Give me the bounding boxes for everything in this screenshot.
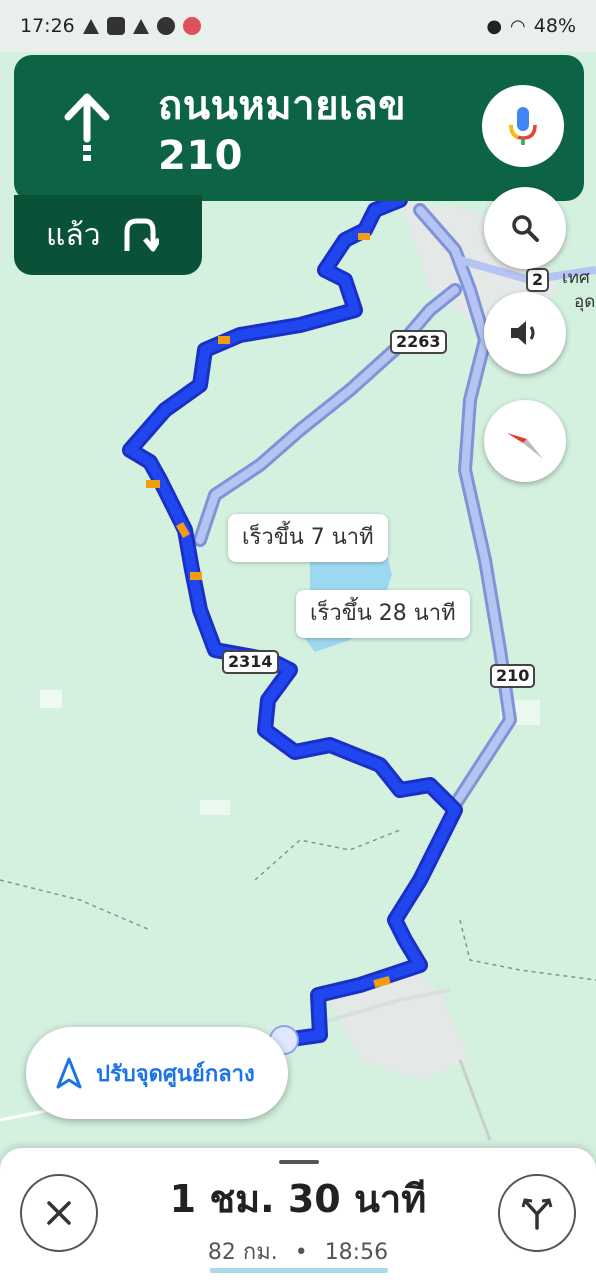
app-icon — [106, 17, 125, 35]
road-shield: 2263 — [390, 330, 447, 354]
navigation-arrow-icon — [56, 1057, 82, 1089]
straight-arrow-icon — [64, 93, 110, 161]
alternate-routes-button[interactable] — [498, 1174, 576, 1252]
voice-search-button[interactable] — [482, 85, 564, 167]
status-bar: 17:26 ● ◠ 48% — [0, 0, 596, 52]
sound-button[interactable] — [484, 292, 566, 374]
navigation-icon — [82, 18, 99, 34]
tiktok-icon — [182, 17, 201, 35]
trip-summary-sheet[interactable]: 1 ชม. 30 นาที 82 กม. • 18:56 — [0, 1148, 596, 1280]
compass-button[interactable] — [484, 400, 566, 482]
compass-icon — [507, 433, 543, 459]
road-shield: 2 — [526, 268, 550, 292]
arrival-time: 18:56 — [324, 1240, 389, 1265]
recenter-label: ปรับจุดศูนย์กลาง — [96, 1061, 255, 1087]
trip-distance: 82 กม. — [207, 1240, 278, 1265]
location-icon: ● — [486, 15, 503, 37]
alt-route-label[interactable]: เร็วขึ้น 28 นาที — [296, 590, 470, 638]
status-time: 17:26 — [20, 15, 75, 37]
trip-details: 82 กม. • 18:56 — [0, 1234, 596, 1269]
alt-routes-icon — [521, 1198, 553, 1230]
wifi-icon: ◠ — [510, 15, 526, 37]
recenter-button[interactable]: ปรับจุดศูนย์กลาง — [26, 1027, 288, 1119]
place-label: อุด — [574, 292, 596, 312]
road-shield: 2314 — [222, 650, 279, 674]
sheet-handle[interactable] — [279, 1160, 319, 1164]
warning-icon — [132, 18, 149, 34]
road-shield: 210 — [490, 664, 536, 688]
home-indicator — [210, 1268, 388, 1273]
turn-right-icon — [124, 218, 159, 252]
separator: • — [294, 1240, 308, 1265]
line-icon — [156, 17, 175, 35]
alt-route-label[interactable]: เร็วขึ้น 7 นาที — [228, 514, 388, 562]
battery-level: 48% — [533, 15, 576, 37]
microphone-icon — [509, 107, 537, 145]
volume-icon — [511, 321, 535, 345]
search-icon — [512, 215, 539, 242]
search-button[interactable] — [484, 187, 566, 269]
then-label: แล้ว — [46, 217, 101, 253]
navigation-banner[interactable]: ถนนหมายเลข 210 — [14, 55, 584, 201]
then-turn-panel: แล้ว — [14, 195, 202, 275]
place-label: เทศ — [562, 268, 590, 288]
street-name: ถนนหมายเลข 210 — [158, 83, 407, 179]
